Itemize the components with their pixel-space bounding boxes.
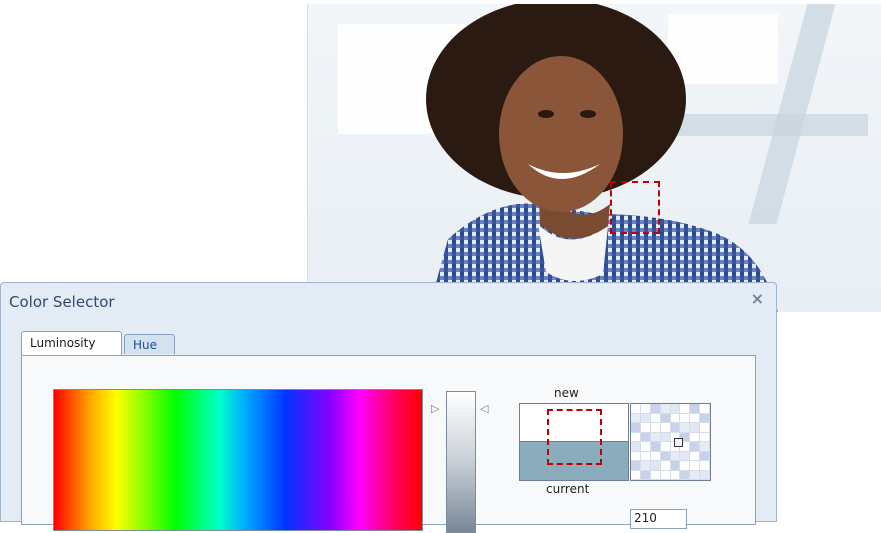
zoom-pixel: [670, 423, 681, 433]
zoom-pixel: [670, 461, 681, 471]
zoom-pixel: [631, 423, 641, 433]
zoom-pixel: [690, 432, 701, 442]
zoom-pixel: [690, 413, 701, 423]
triangle-right-icon[interactable]: ▷: [431, 403, 439, 414]
zoom-pixel: [700, 432, 710, 442]
photo-sample-marker: [610, 181, 660, 234]
zoom-pixel: [640, 442, 651, 452]
zoom-pixel: [631, 413, 641, 423]
zoom-pixel: [660, 404, 671, 414]
color-selector-dialog: Color Selector × Luminosity Hue ▷ ◁ new …: [0, 282, 777, 533]
zoom-pixel: [650, 451, 661, 461]
zoom-pixel: [660, 442, 671, 452]
partial-value-field[interactable]: 210: [630, 509, 687, 529]
zoom-pixel: [660, 413, 671, 423]
zoom-pixel: [700, 423, 710, 433]
tab-luminosity[interactable]: Luminosity: [21, 331, 122, 356]
zoom-center-pixel: [674, 438, 683, 447]
zoom-pixel: [631, 451, 641, 461]
zoom-pixel: [640, 413, 651, 423]
zoom-pixel: [640, 423, 651, 433]
zoom-pixel: [690, 442, 701, 452]
zoom-pixel: [690, 404, 701, 414]
zoom-pixel: [631, 470, 641, 480]
zoom-pixel: [680, 461, 691, 471]
zoom-pixel: [650, 470, 661, 480]
color-spectrum-picker[interactable]: [53, 389, 423, 531]
luminosity-panel: ▷ ◁ new current 210: [21, 355, 756, 533]
zoom-pixel: [690, 423, 701, 433]
dialog-titlebar[interactable]: Color Selector ×: [1, 283, 776, 321]
zoom-pixel: [660, 461, 671, 471]
zoom-pixel: [660, 432, 671, 442]
zoom-pixel: [690, 470, 701, 480]
zoom-pixel: [640, 404, 651, 414]
tab-hue[interactable]: Hue: [124, 334, 175, 354]
zoom-pixel: [640, 461, 651, 471]
zoom-pixel: [670, 404, 681, 414]
luminosity-slider[interactable]: [446, 391, 476, 533]
zoom-pixel: [690, 451, 701, 461]
zoom-pixel: [631, 432, 641, 442]
zoom-pixel: [680, 470, 691, 480]
zoom-pixel: [650, 432, 661, 442]
dialog-title: Color Selector: [9, 293, 115, 311]
zoom-pixel: [650, 461, 661, 471]
zoom-pixel: [650, 404, 661, 414]
reference-photo[interactable]: [307, 4, 881, 312]
zoom-pixel: [680, 451, 691, 461]
close-icon[interactable]: ×: [751, 289, 764, 308]
zoom-pixel: [640, 470, 651, 480]
zoom-pixel: [670, 451, 681, 461]
person-illustration: [426, 4, 778, 312]
zoom-pixel: [690, 461, 701, 471]
new-color-label: new: [554, 386, 579, 400]
zoom-pixel: [660, 470, 671, 480]
triangle-left-icon[interactable]: ◁: [480, 403, 488, 414]
zoom-pixel: [650, 442, 661, 452]
zoom-pixel: [660, 423, 671, 433]
current-color-label: current: [546, 482, 590, 496]
zoom-pixel: [631, 442, 641, 452]
zoom-pixel: [700, 413, 710, 423]
zoom-pixel: [631, 404, 641, 414]
zoom-pixel: [640, 432, 651, 442]
color-compare-swatch: [519, 403, 629, 481]
zoom-pixel: [680, 423, 691, 433]
zoom-pixel: [670, 413, 681, 423]
zoom-pixel: [700, 451, 710, 461]
zoom-pixel: [640, 451, 651, 461]
zoom-pixel: [670, 470, 681, 480]
zoom-pixel: [680, 404, 691, 414]
swatch-sample-marker: [547, 409, 602, 465]
zoom-pixel: [631, 461, 641, 471]
zoom-pixel: [650, 423, 661, 433]
zoom-pixel: [660, 451, 671, 461]
zoom-pixel: [700, 404, 710, 414]
zoom-pixel: [700, 442, 710, 452]
zoom-pixel: [650, 413, 661, 423]
zoom-pixel: [700, 461, 710, 471]
zoom-pixel: [680, 413, 691, 423]
zoom-pixel-grid[interactable]: [630, 403, 711, 481]
zoom-pixel: [700, 470, 710, 480]
